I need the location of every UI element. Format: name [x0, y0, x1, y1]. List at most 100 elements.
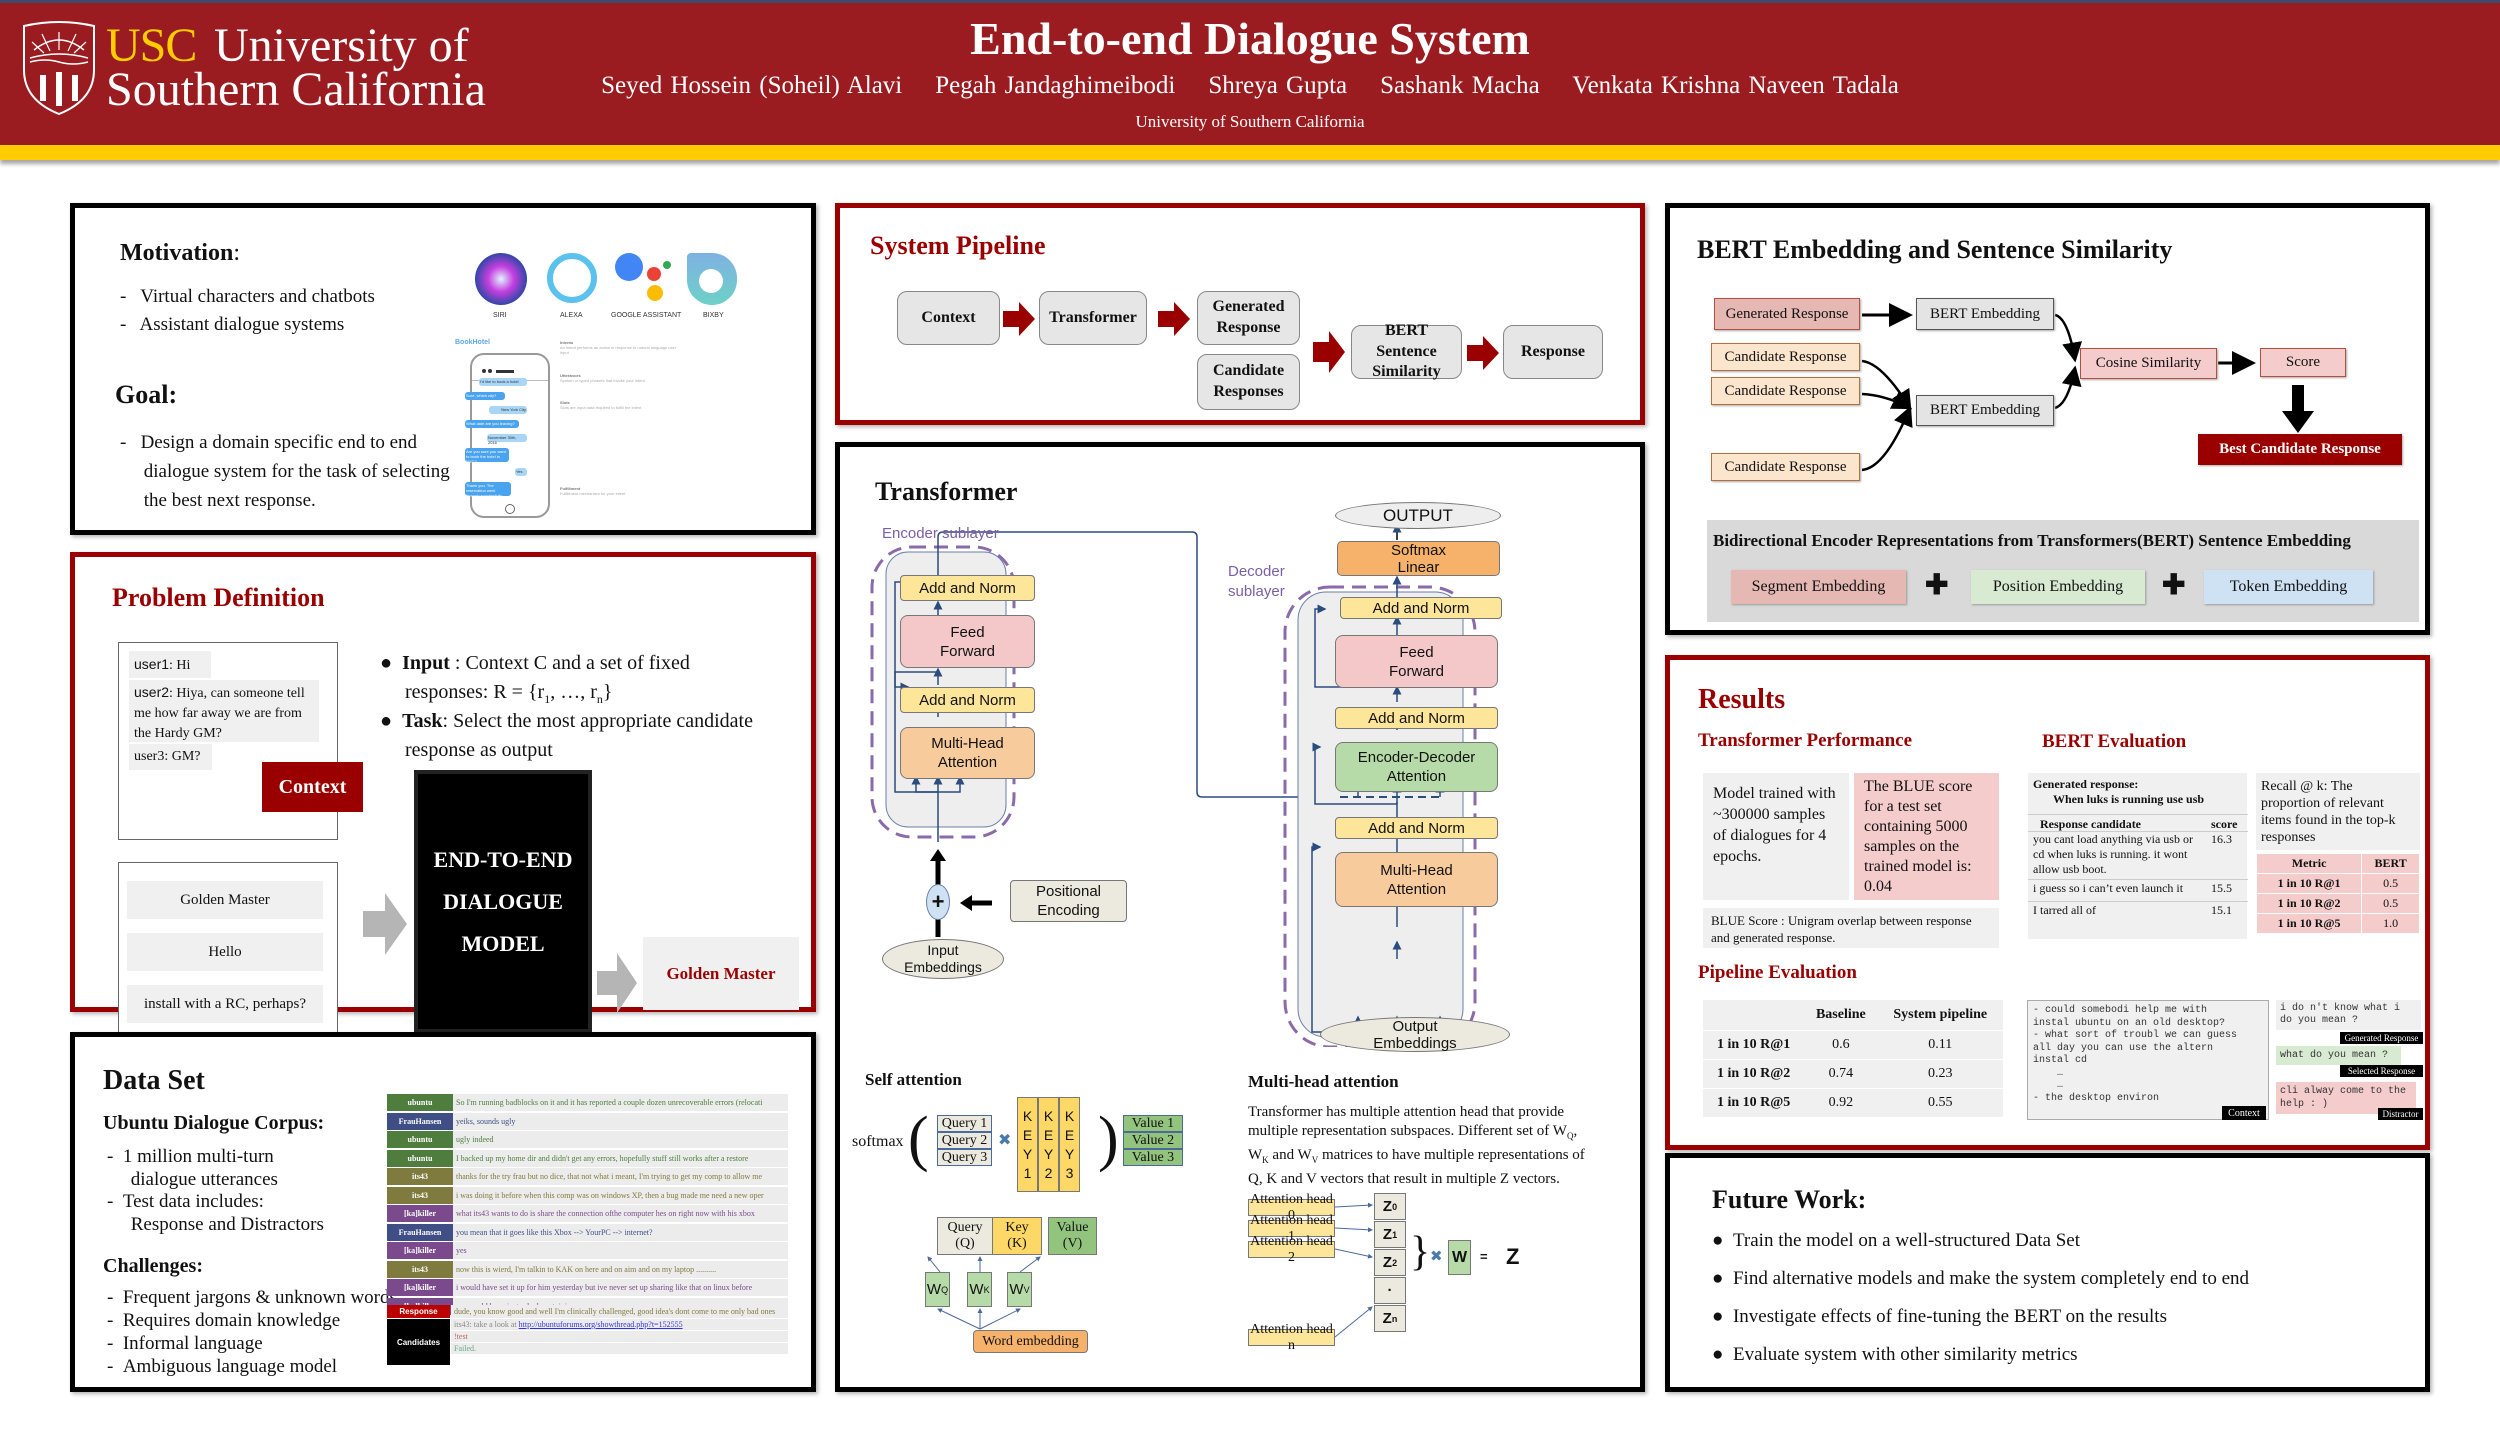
plus-icon: ✚ [1925, 570, 1949, 601]
z-vector: Zn [1374, 1305, 1406, 1332]
blue-score-info: The BLUE score for a test set containing… [1854, 773, 1999, 900]
chat-message: I backed up my home dir and didn't get a… [453, 1149, 788, 1167]
attention-head: Attention head 2 [1248, 1234, 1335, 1265]
chat-row: its43 now this is wierd, I'm talkin to KA… [387, 1260, 788, 1278]
word-embedding: Word embedding [973, 1330, 1088, 1353]
chat-message: what its43 wants to do is share the conn… [453, 1205, 788, 1222]
candidate-score: 15.1 [2211, 903, 2232, 917]
candidate-row: !test [451, 1331, 788, 1342]
generated-response-node: Generated Response [1714, 298, 1860, 330]
key-column: KEY2 [1038, 1097, 1059, 1192]
chat-message: So I'm running badblocks on it and it ha… [453, 1094, 788, 1111]
output-embeddings: Output Embeddings [1320, 1017, 1510, 1052]
bert-metrics-table: Metric BERT 1 in 10 R@1 0.5 1 in 10 R@2 0.5 1 … [2255, 853, 2420, 934]
output-node: OUTPUT [1335, 502, 1501, 529]
candidate-text: i guess so i can’t even launch it [2033, 881, 2184, 895]
input-embeddings: Input Embeddings [882, 939, 1004, 979]
google-assistant-icon [615, 253, 675, 308]
chat-username: ubuntu [387, 1131, 453, 1148]
bert-eval-example: Generated response: When luks is running… [2028, 773, 2248, 939]
chat-message: i was doing it before when this comp was… [453, 1186, 788, 1204]
challenge-item: - Frequent jargons & unknown words [107, 1287, 397, 1308]
self-attention-title: Self attention [865, 1070, 962, 1089]
attention-head: Attention head n [1248, 1322, 1335, 1353]
pipeline-context-example: - could somebodi help me with instal ubun… [2027, 1000, 2269, 1120]
context-line: instal ubuntu on an old desktop? [2033, 1017, 2226, 1029]
chat-username: ubuntu [387, 1149, 453, 1167]
pipeline-row: 1 in 10 R@2 0.74 0.23 [1703, 1059, 2003, 1089]
metric-row: 1 in 10 R@5 1.0 [2255, 913, 2420, 934]
results-title: Results [1698, 684, 1786, 715]
pipeline-step-transformer: Transformer [1039, 291, 1147, 345]
chat-username: its43 [387, 1168, 453, 1185]
context-line: all day you can use the altern [2033, 1042, 2214, 1054]
chat-username: ubuntu [387, 1094, 453, 1111]
motivation-panel: Motivation: - Virtual characters and cha… [70, 203, 816, 535]
arrow-right-icon [1003, 302, 1035, 336]
goal-title: Goal: [115, 380, 178, 409]
pipeline-header: System pipeline [1877, 1000, 2003, 1031]
transformer-performance-title: Transformer Performance [1698, 730, 1913, 751]
value-stack: Value 1 Value 2 Value 3 [1123, 1115, 1183, 1166]
brace: } [1410, 1229, 1431, 1275]
response-tag: Response [387, 1305, 450, 1318]
decoder-sublayer-label: Decoder sublayer [1228, 563, 1285, 600]
candidate-row: Failed. [451, 1343, 788, 1354]
corpus-item: - Test data includes: Response and Distr… [107, 1191, 324, 1235]
chat-row: [ka]killer yes [387, 1242, 788, 1259]
pipeline-evaluation-title: Pipeline Evaluation [1698, 962, 1857, 983]
decoder-add-norm-1: Add and Norm [1335, 817, 1498, 839]
multiply-icon: ✖ [998, 1132, 1012, 1149]
recall-definition: Recall @ k: The proportion of relevant i… [2256, 773, 2420, 850]
affiliation: University of Southern California [1135, 112, 1365, 131]
encoder-add-norm-2: Add and Norm [900, 575, 1035, 601]
decoder-feed-forward: Feed Forward [1335, 635, 1498, 688]
assistant-label: ALEXA [560, 312, 583, 319]
future-work-title: Future Work: [1712, 1185, 1867, 1214]
future-item: ● Find alternative models and make the s… [1712, 1268, 2250, 1289]
chat-row: its43 i was doing it before when this com… [387, 1186, 788, 1204]
authors: Seyed Hossein (Soheil) Alavi Pegah Janda… [601, 72, 1899, 99]
assistant-label: BIXBY [703, 312, 724, 319]
decoder-multi-head-attention: Multi-Head Attention [1335, 852, 1498, 907]
head-to-z-arrows [1335, 1202, 1373, 1338]
z-vector: Z2 [1374, 1249, 1406, 1276]
context-line: … [2033, 1067, 2064, 1079]
model-box: END-TO-END DIALOGUE MODEL [414, 770, 592, 1033]
cosine-similarity-node: Cosine Similarity [2080, 348, 2217, 379]
multi-head-description: Transformer has multiple attention head … [1248, 1104, 1585, 1187]
bixby-icon [687, 253, 737, 305]
response-item: install with a RC, perhaps? [127, 985, 323, 1023]
future-item: ● Investigate effects of fine-tuning the… [1712, 1306, 2167, 1327]
candidate-link[interactable]: http://ubuntuforums.org/showthread.php?t… [519, 1320, 683, 1329]
selected-response-tag: Selected Response [2340, 1065, 2423, 1077]
challenge-item: - Ambiguous language model [107, 1356, 338, 1377]
assistant-label: SIRI [493, 312, 507, 319]
generated-response-tag: Generated Response [2340, 1032, 2423, 1044]
response-text: dude, you know good and well I'm clinica… [451, 1305, 788, 1318]
key-stack: KEY1KEY2KEY3 [1017, 1097, 1080, 1192]
distractor-tag: Distractor [2378, 1108, 2423, 1120]
future-item: ● Train the model on a well-structured D… [1712, 1230, 2081, 1251]
output-box: Golden Master [643, 937, 799, 1010]
pipeline-title: System Pipeline [870, 231, 1046, 260]
chat-username: FrauHansen [387, 1223, 453, 1241]
pipeline-step-bert-similarity: BERT Sentence Similarity [1351, 322, 1462, 380]
bert-evaluation-title: BERT Evaluation [2042, 731, 2187, 752]
challenge-item: - Requires domain knowledge [107, 1310, 341, 1331]
corpus-title: Ubuntu Dialogue Corpus: [103, 1112, 325, 1134]
plus-icon: + [926, 884, 950, 920]
candidate-response-node: Candidate Response [1711, 343, 1860, 371]
response-item: Hello [127, 933, 323, 971]
transformer-panel: Transformer Encoder sublayer Decoder sub… [835, 442, 1645, 1392]
key-column: KEY3 [1059, 1097, 1080, 1192]
z-vector: Z0 [1374, 1193, 1406, 1220]
candidates-tag: Candidates [387, 1319, 450, 1365]
chat-message: you mean that it goes like this Xbox -->… [453, 1223, 788, 1241]
z-vector: · [1374, 1277, 1406, 1304]
metric-header: Metric [2255, 853, 2363, 874]
multiply-icon: ✖ [1430, 1249, 1443, 1265]
multi-head-title: Multi-head attention [1248, 1072, 1399, 1091]
bert-panel: BERT Embedding and Sentence Similarity G… [1665, 203, 2430, 635]
metric-row: 1 in 10 R@1 0.5 [2255, 873, 2420, 894]
